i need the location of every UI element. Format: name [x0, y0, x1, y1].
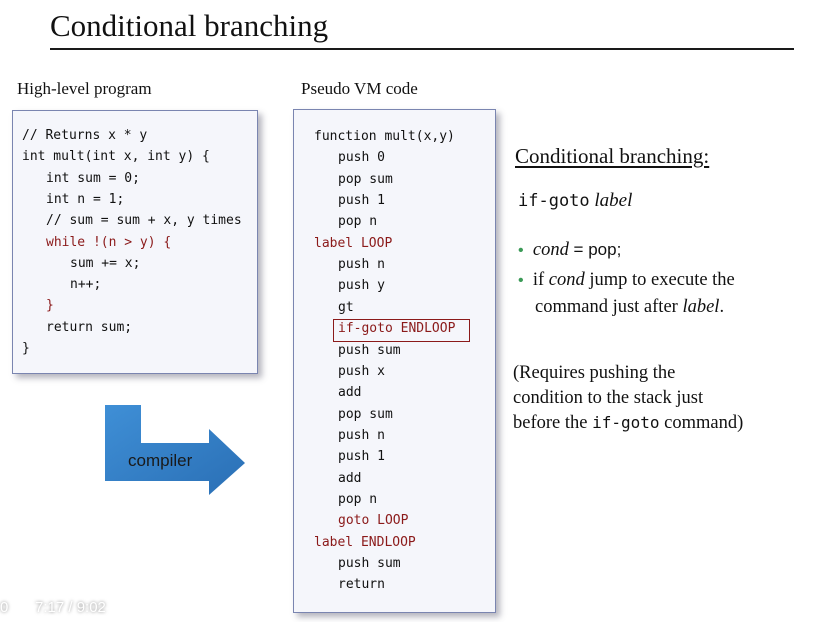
period-text: . [719, 297, 725, 317]
high-level-code-line: int sum = 0; [46, 170, 140, 186]
command-after-text: command just after [535, 297, 683, 317]
high-level-code-line: while !(n > y) { [46, 234, 172, 250]
slide-title: Conditional branching [50, 8, 329, 43]
syntax-argument: label [594, 190, 633, 211]
note-line-2: condition to the stack just [513, 388, 704, 408]
vm-code-line: pop n [338, 214, 378, 230]
vm-code-line: pop sum [338, 406, 393, 422]
vm-code-line: if-goto ENDLOOP [338, 321, 456, 337]
video-timestamp: 7:17 / 9:02 [35, 599, 106, 616]
note-before-text: before the [513, 413, 593, 433]
high-level-code-line: // sum = sum + x, y times [46, 213, 242, 229]
bullet-dot-icon: • [518, 242, 524, 259]
if-goto-syntax: if-goto label [518, 190, 632, 212]
vm-code-line: push sum [338, 556, 401, 571]
bullet-jump-condition: • if cond jump to execute the [518, 268, 735, 293]
high-level-code-panel: // Returns x * y int mult(int x, int y) {… [12, 110, 258, 374]
vm-code-caption: Pseudo VM code [301, 79, 418, 98]
pop-text: = pop; [568, 240, 622, 259]
vm-code-line: push y [338, 278, 385, 294]
vm-code-line: gt [338, 299, 354, 315]
vm-code-line: push 0 [338, 150, 385, 166]
vm-code-line: push 1 [338, 193, 385, 209]
high-level-code-line: n++; [70, 277, 102, 293]
vm-code-line: label LOOP [314, 235, 393, 251]
compiler-label: compiler [128, 451, 193, 470]
high-level-code-line: } [22, 341, 30, 356]
syntax-keyword: if-goto [518, 191, 590, 211]
vm-code-line: function mult(x,y) [314, 129, 455, 144]
cond-word: cond [548, 270, 585, 290]
note-command-text: command) [659, 413, 744, 433]
title-divider [50, 48, 794, 50]
high-level-code-line: int n = 1; [46, 191, 125, 207]
high-level-code-line: int mult(int x, int y) { [22, 149, 210, 165]
high-level-code-line: sum += x; [70, 255, 141, 271]
vm-code-line: push sum [338, 342, 401, 358]
bullet-jump-continuation: command just after label. [535, 295, 724, 319]
vm-code-line: add [338, 385, 362, 401]
high-level-code-line: return sum; [46, 319, 133, 335]
note-line-3: before the if-goto command) [513, 411, 743, 435]
high-level-code-line: // Returns x * y [22, 128, 148, 143]
vm-code-line: pop n [338, 491, 378, 507]
vm-code-panel: function mult(x,y) push 0 pop sum push 1 pop… [293, 109, 496, 613]
high-level-program-caption: High-level program [17, 79, 152, 98]
vm-code-line: push n [338, 257, 385, 273]
high-level-code-line: } [46, 298, 54, 314]
note-if-goto-code: if-goto [592, 413, 660, 432]
note-line-1: (Requires pushing the [513, 363, 676, 383]
vm-code-line: push 1 [338, 449, 385, 465]
if-text: if [532, 270, 549, 290]
vm-code-line: pop sum [338, 171, 393, 187]
vm-code-line: label ENDLOOP [314, 534, 416, 550]
jump-text: jump to execute the [584, 270, 735, 290]
bullet-pop-condition: • cond = pop; [518, 238, 621, 263]
vm-code-line: add [338, 470, 362, 486]
video-corner-mark: 0 [0, 599, 9, 616]
vm-code-line: push x [338, 363, 385, 379]
explanation-heading: Conditional branching: [515, 144, 710, 168]
compiler-arrow-icon [105, 405, 245, 495]
vm-code-line: return [338, 577, 385, 593]
bullet-dot-icon: • [518, 272, 524, 289]
cond-word: cond [532, 240, 569, 260]
label-word: label [682, 297, 720, 317]
vm-code-line: goto LOOP [338, 513, 409, 529]
vm-code-line: push n [338, 427, 385, 443]
